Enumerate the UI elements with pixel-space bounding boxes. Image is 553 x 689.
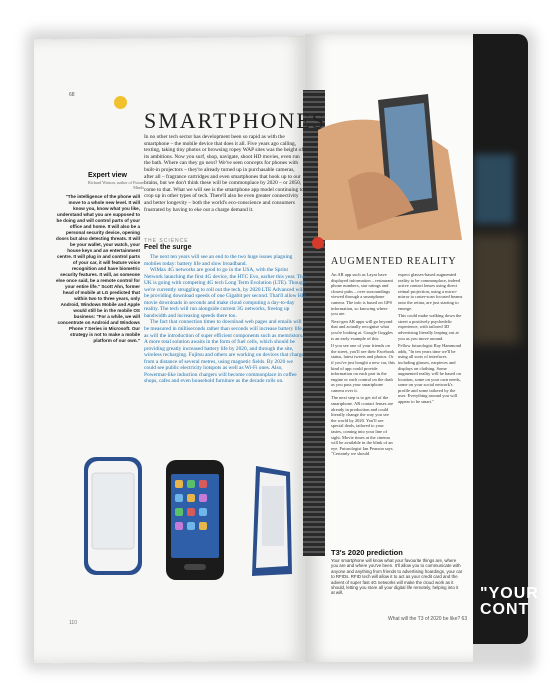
section-heading: Feel the surge: [144, 244, 192, 251]
science-body: The next ten years will see an end to th…: [144, 254, 306, 385]
page-number-left: 110: [69, 620, 77, 626]
back-page-headline: "YOUR CONT: [480, 585, 539, 618]
ar-section-title: AUGMENTED REALITY: [331, 256, 457, 267]
page-footer-right: What will the T3 of 2020 be like? 63: [388, 616, 468, 622]
back-page-image: [470, 234, 520, 344]
ar-paragraph: Next-gen AR apps will go beyond that and…: [331, 318, 393, 341]
ar-paragraph: Fellow futurologist Ray Hammond adds, "I…: [398, 343, 462, 405]
ar-column-2: expect glasses-based augmented reality t…: [398, 272, 464, 407]
ar-paragraph: expect glasses-based augmented reality t…: [398, 272, 463, 311]
expert-view-label: Expert view: [88, 172, 127, 179]
science-paragraph: WiMax 4G networks are good to go in the …: [144, 267, 306, 319]
red-dot-icon: [312, 237, 324, 249]
touchscreen-phone-image: [166, 460, 224, 580]
ar-paragraph: An AR app such as Layar have displayed i…: [331, 272, 393, 317]
prediction-heading: T3's 2020 prediction: [331, 548, 403, 557]
side-phone-image: [252, 466, 292, 576]
ar-paragraph: This could make walking down the street …: [398, 313, 462, 341]
white-phone-image: [84, 457, 142, 575]
prediction-text: Your smartphone will know what your favo…: [331, 558, 463, 596]
ar-paragraph: The next step is to get rid of the smart…: [331, 395, 394, 457]
article-title: SMARTPHONES: [144, 108, 327, 133]
science-paragraph: The next ten years will see an end to th…: [144, 254, 293, 267]
ar-paragraph: If you see one of your friends on the st…: [331, 343, 395, 393]
yellow-dot-icon: [114, 96, 127, 109]
expert-name: Richard Watson, author of Future Minds: [88, 180, 144, 190]
back-page-image: [474, 154, 514, 224]
article-intro: In no other tech sector has development …: [144, 134, 304, 213]
science-paragraph: The fact that connection times to downlo…: [144, 319, 304, 385]
hand-holding-phone-image: [318, 94, 462, 240]
back-page: [466, 34, 528, 644]
ar-column-1: An AR app such as Layar have displayed i…: [331, 272, 395, 459]
expert-quote: "The intelligence of the phone will move…: [56, 194, 140, 343]
page-number-top: 68: [69, 92, 75, 98]
